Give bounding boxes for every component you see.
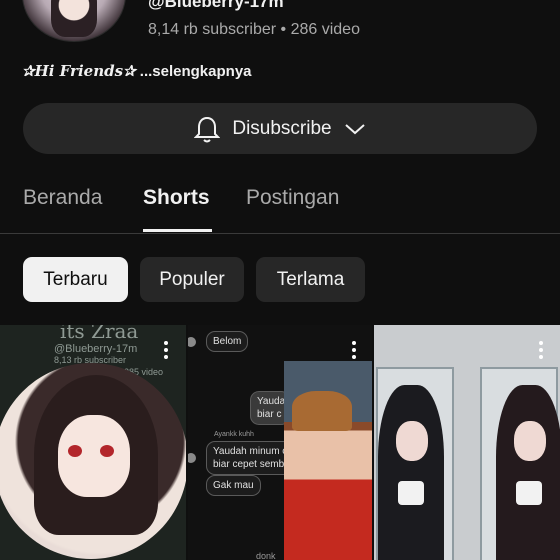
more-options-icon[interactable] bbox=[163, 341, 169, 361]
subscribed-button-label: Disubscribe bbox=[232, 117, 332, 139]
active-tab-indicator bbox=[143, 229, 212, 232]
tab-shorts[interactable]: Shorts bbox=[143, 186, 210, 210]
filter-chip-terbaru[interactable]: Terbaru bbox=[23, 257, 128, 302]
channel-meta: 8,14 rb subscriber • 286 video bbox=[148, 21, 360, 39]
thumb-overlay-text: its Zraa bbox=[60, 325, 139, 343]
thumb-image bbox=[188, 453, 196, 463]
chat-bubble: Gak mau bbox=[206, 475, 261, 496]
chevron-down-icon bbox=[344, 122, 366, 136]
description-text: ✰Hi Friends✰ bbox=[22, 62, 136, 80]
channel-avatar[interactable] bbox=[22, 0, 126, 42]
thumb-image bbox=[188, 337, 196, 347]
channel-description[interactable]: ✰Hi Friends✰ ...selengkapnya bbox=[22, 62, 252, 80]
chat-bubble: Belom bbox=[206, 331, 249, 352]
video-count: 286 video bbox=[290, 21, 360, 38]
short-thumbnail-3[interactable] bbox=[374, 325, 560, 560]
filter-chip-populer[interactable]: Populer bbox=[140, 257, 244, 302]
thumb-image bbox=[68, 445, 82, 457]
more-options-icon[interactable] bbox=[538, 341, 544, 361]
tab-beranda[interactable]: Beranda bbox=[23, 186, 102, 210]
thumb-image bbox=[378, 385, 444, 560]
filter-chip-terlama[interactable]: Terlama bbox=[256, 257, 365, 302]
thumb-image bbox=[284, 361, 372, 560]
chat-bubble: donk bbox=[256, 551, 276, 560]
description-more-link[interactable]: ...selengkapnya bbox=[140, 63, 252, 80]
thumb-image bbox=[496, 385, 560, 560]
more-options-icon[interactable] bbox=[351, 341, 357, 361]
tab-postingan[interactable]: Postingan bbox=[246, 186, 339, 210]
subscribed-button[interactable]: Disubscribe bbox=[23, 103, 537, 154]
meta-separator: • bbox=[280, 21, 287, 38]
channel-handle: @Blueberry-17m bbox=[148, 0, 284, 11]
short-thumbnail-1[interactable]: its Zraa @Blueberry-17m 8,13 rb subscrib… bbox=[0, 325, 186, 560]
thumb-overlay-text: @Blueberry-17m bbox=[54, 343, 138, 355]
bell-icon bbox=[194, 115, 221, 143]
channel-tabs: Beranda Shorts Postingan bbox=[0, 180, 560, 234]
subscriber-count: 8,14 rb subscriber bbox=[148, 21, 277, 38]
thumb-image bbox=[58, 415, 130, 497]
chat-reply-label: Ayankk kuhh bbox=[214, 431, 254, 438]
short-thumbnail-2[interactable]: Belom Yauda biar c Ayankk kuhh Yaudah mi… bbox=[188, 325, 372, 560]
shorts-grid: its Zraa @Blueberry-17m 8,13 rb subscrib… bbox=[0, 325, 560, 560]
thumb-image bbox=[100, 445, 114, 457]
